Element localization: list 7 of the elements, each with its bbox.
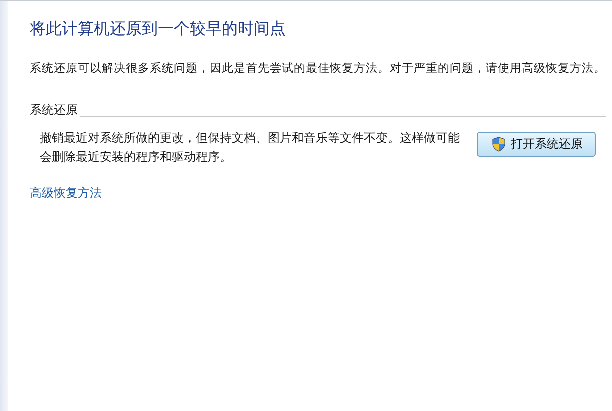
advanced-recovery-link[interactable]: 高级恢复方法: [30, 185, 102, 202]
open-system-restore-button[interactable]: 打开系统还原: [477, 132, 596, 157]
section-heading: 系统还原: [30, 102, 78, 119]
page-title: 将此计算机还原到一个较早的时间点: [30, 19, 287, 39]
shield-icon: [492, 137, 506, 152]
description-text: 系统还原可以解决很多系统问题，因此是首先尝试的最佳恢复方法。对于严重的问题，请使用高级恢复方法。: [30, 61, 606, 76]
section-description: 撤销最近对系统所做的更改，但保持文档、图片和音乐等文件不变。这样做可能会删除最近安装的程序和驱动程序。: [40, 130, 460, 166]
